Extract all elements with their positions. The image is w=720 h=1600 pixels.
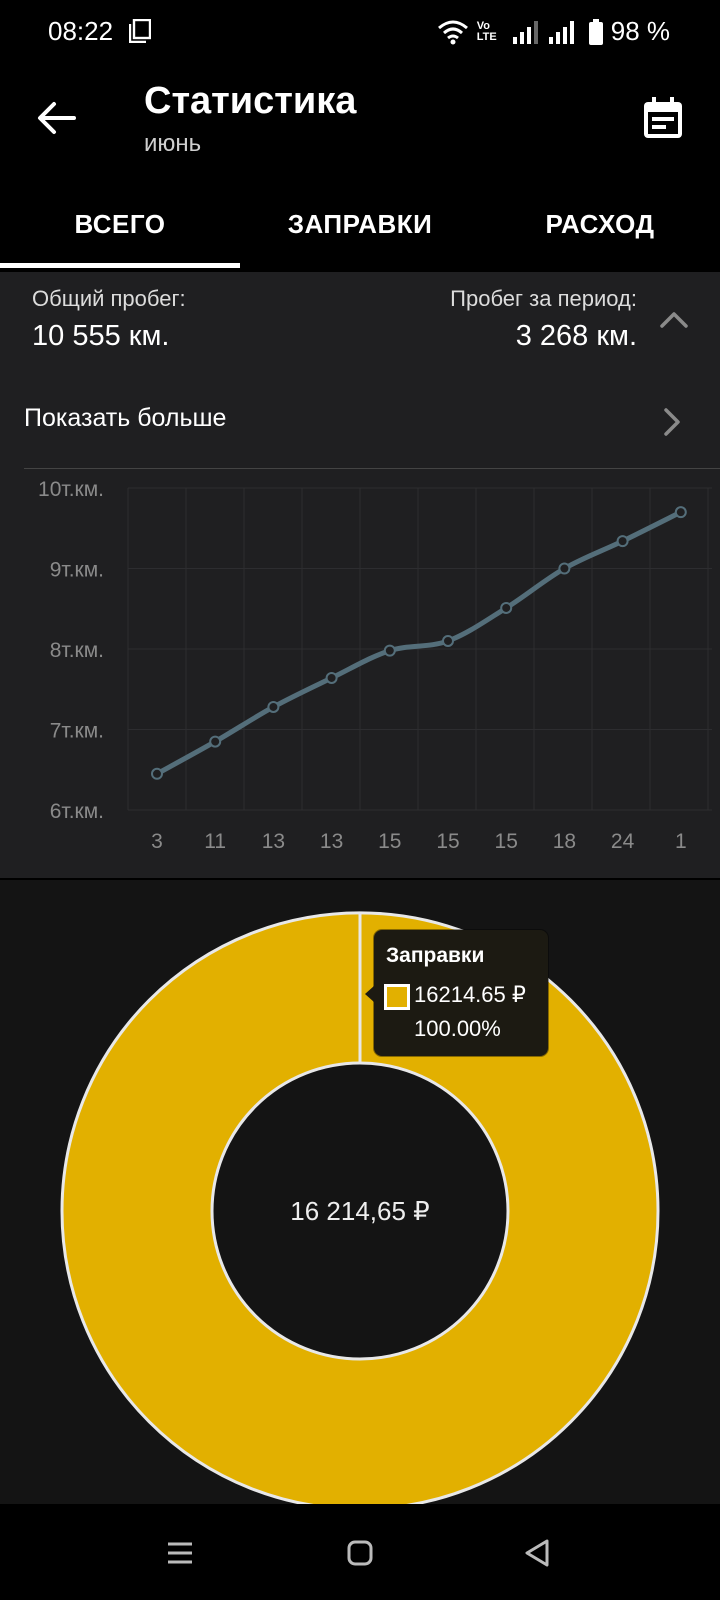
expense-donut-chart	[60, 911, 660, 1504]
tooltip-value: 16214.65 ₽	[414, 982, 526, 1007]
y-tick-label: 8т.км.	[50, 639, 104, 662]
data-point	[558, 562, 571, 575]
period-mileage-value: 3 268 км.	[515, 320, 637, 352]
data-point	[383, 644, 396, 657]
tab-total[interactable]: ВСЕГО	[0, 188, 240, 268]
tooltip-swatch	[384, 984, 410, 1010]
total-mileage-label: Общий пробег:	[32, 286, 186, 311]
wifi-icon	[437, 20, 468, 44]
data-point	[674, 506, 687, 519]
tab-consumption[interactable]: РАСХОД	[480, 188, 720, 268]
back-nav-icon[interactable]	[521, 1536, 555, 1570]
x-tick-label: 13	[320, 830, 343, 853]
x-tick-label: 18	[553, 830, 576, 853]
calendar-icon[interactable]	[640, 96, 686, 142]
donut-center-total: 16 214,65 ₽	[290, 1196, 430, 1226]
x-tick-label: 11	[204, 830, 226, 853]
tab-bar: ВСЕГО ЗАПРАВКИ РАСХОД	[0, 188, 720, 272]
donut-tooltip: Заправки 16214.65 ₽ 100.00%	[365, 930, 548, 1056]
status-bar: 08:22 Vo LTE 98 %	[0, 0, 720, 62]
tooltip-percent: 100.00%	[414, 1016, 501, 1041]
page-subtitle: июнь	[144, 130, 202, 157]
x-tick-label: 15	[436, 830, 459, 853]
total-mileage-value: 10 555 км.	[32, 320, 170, 352]
x-tick-label: 24	[611, 830, 635, 853]
status-right: Vo LTE 98 %	[437, 16, 670, 47]
series-line	[154, 509, 684, 777]
x-tick-label: 1	[675, 830, 687, 853]
y-tick-label: 6т.км.	[50, 800, 104, 823]
show-more-label[interactable]: Показать больше	[24, 404, 226, 433]
y-tick-label: 7т.км.	[50, 720, 104, 743]
home-icon[interactable]	[343, 1536, 377, 1570]
y-tick-label: 9т.км.	[50, 559, 104, 582]
period-mileage-label: Пробег за период:	[450, 286, 637, 311]
data-point	[616, 535, 629, 548]
mileage-line-chart: 6т.км. 7т.км. 8т.км. 9т.км. 10т.км. 3 11 13 13 15…	[38, 478, 712, 853]
screenshot-icon	[129, 19, 151, 43]
page-title: Статистика	[144, 80, 357, 122]
data-point	[151, 767, 163, 780]
status-time: 08:22	[48, 16, 114, 46]
data-point	[500, 601, 513, 614]
x-tick-label: 15	[378, 830, 401, 853]
arrow-left-icon[interactable]	[34, 96, 78, 140]
tab-refuels[interactable]: ЗАПРАВКИ	[240, 188, 480, 268]
x-tick-label: 13	[262, 830, 285, 853]
signal-icon-1	[512, 20, 538, 44]
signal-icon-2	[548, 20, 574, 44]
x-tick-label: 15	[495, 830, 518, 853]
data-point	[442, 634, 454, 647]
data-point	[267, 700, 280, 713]
data-point	[325, 671, 338, 684]
network-type: Vo LTE	[476, 19, 497, 43]
battery-icon	[588, 18, 603, 45]
chevron-right-icon[interactable]	[660, 404, 686, 440]
y-tick-label: 10т.км.	[38, 478, 104, 501]
battery-percent: 98 %	[610, 16, 670, 46]
recents-icon[interactable]	[163, 1536, 197, 1570]
tooltip-title: Заправки	[386, 944, 485, 967]
divider	[24, 468, 720, 469]
x-tick-label: 3	[151, 830, 163, 853]
data-point	[209, 735, 222, 748]
chevron-up-icon[interactable]	[656, 306, 692, 334]
